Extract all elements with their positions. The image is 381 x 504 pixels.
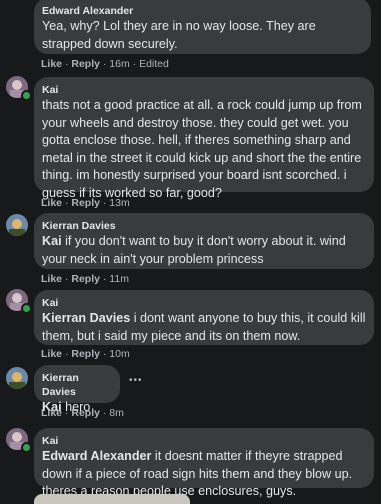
comment-author[interactable]: Kai <box>42 296 366 310</box>
like-link[interactable]: Like <box>41 348 62 360</box>
comment-bubble[interactable]: Kai Kierran Davies i dont want anyone to… <box>34 290 374 345</box>
reply-link[interactable]: Reply <box>71 197 100 209</box>
comment-body: if you don't want to buy it don't worry … <box>42 234 346 266</box>
comment-time[interactable]: 13m <box>109 197 129 209</box>
separator: · <box>64 407 69 419</box>
avatar[interactable] <box>6 214 28 236</box>
like-link[interactable]: Like <box>41 407 62 419</box>
like-link[interactable]: Like <box>41 273 62 285</box>
comment-text: Kai if you don't want to buy it don't wo… <box>42 233 366 268</box>
attachment-thumbnail[interactable] <box>34 494 190 504</box>
separator: · <box>64 197 69 209</box>
comment-bubble[interactable]: Kai thats not a good practice at all. a … <box>34 77 374 200</box>
comment-text: thats not a good practice at all. a rock… <box>42 98 362 200</box>
comment-time[interactable]: 16m <box>109 58 129 70</box>
edited-label[interactable]: Edited <box>139 58 169 70</box>
mention-link[interactable]: Edward Alexander <box>42 449 151 463</box>
comment-author[interactable]: Kierran Davies <box>42 371 112 399</box>
comment-time[interactable]: 8m <box>109 407 124 419</box>
comment-bubble[interactable]: Edward Alexander Yea, why? Lol they are … <box>34 0 371 54</box>
comment-author[interactable]: Kai <box>42 83 366 97</box>
comment-actions: Like · Reply · 11m <box>41 273 129 285</box>
comment-time[interactable]: 10m <box>109 348 129 360</box>
reply-link[interactable]: Reply <box>71 58 100 70</box>
comment-author[interactable]: Kai <box>42 434 366 448</box>
avatar-kierran-icon <box>6 214 28 236</box>
reply-link[interactable]: Reply <box>71 407 100 419</box>
comment-text: Edward Alexander it doesnt matter if the… <box>42 448 366 501</box>
like-link[interactable]: Like <box>41 197 62 209</box>
mention-link[interactable]: Kierran Davies <box>42 311 130 325</box>
comment-actions: Like · Reply · 8m <box>41 407 124 419</box>
more-options-icon[interactable]: ••• <box>129 375 143 386</box>
avatar[interactable] <box>6 367 28 389</box>
separator: · <box>102 407 107 419</box>
comment-bubble[interactable]: Kierran Davies Kai if you don't want to … <box>34 213 374 269</box>
separator: · <box>102 348 107 360</box>
comment-text: Yea, why? Lol they are in no way loose. … <box>42 19 316 51</box>
separator: · <box>64 348 69 360</box>
separator: · <box>102 58 107 70</box>
online-indicator <box>21 90 32 101</box>
separator: · <box>64 58 69 70</box>
mention-link[interactable]: Kai <box>42 234 62 248</box>
comment-time[interactable]: 11m <box>109 273 129 285</box>
avatar-kierran-icon <box>6 367 28 389</box>
comment-actions: Like · Reply · 16m · Edited <box>41 58 169 70</box>
separator: · <box>102 273 107 285</box>
separator: · <box>64 273 69 285</box>
comment-text: Kierran Davies i dont want anyone to buy… <box>42 310 366 345</box>
online-indicator <box>21 303 32 314</box>
comment-author[interactable]: Edward Alexander <box>42 4 363 18</box>
comment-author[interactable]: Kierran Davies <box>42 219 366 233</box>
comment-actions: Like · Reply · 13m <box>41 197 130 209</box>
reply-link[interactable]: Reply <box>71 273 100 285</box>
separator: · <box>132 58 137 70</box>
comment-bubble[interactable]: Kai Edward Alexander it doesnt matter if… <box>34 428 374 498</box>
reply-link[interactable]: Reply <box>71 348 100 360</box>
comment-actions: Like · Reply · 10m <box>41 348 130 360</box>
separator: · <box>102 197 107 209</box>
like-link[interactable]: Like <box>41 58 62 70</box>
online-indicator <box>21 442 32 453</box>
comment-bubble[interactable]: Kierran Davies Kai hero <box>34 365 120 414</box>
